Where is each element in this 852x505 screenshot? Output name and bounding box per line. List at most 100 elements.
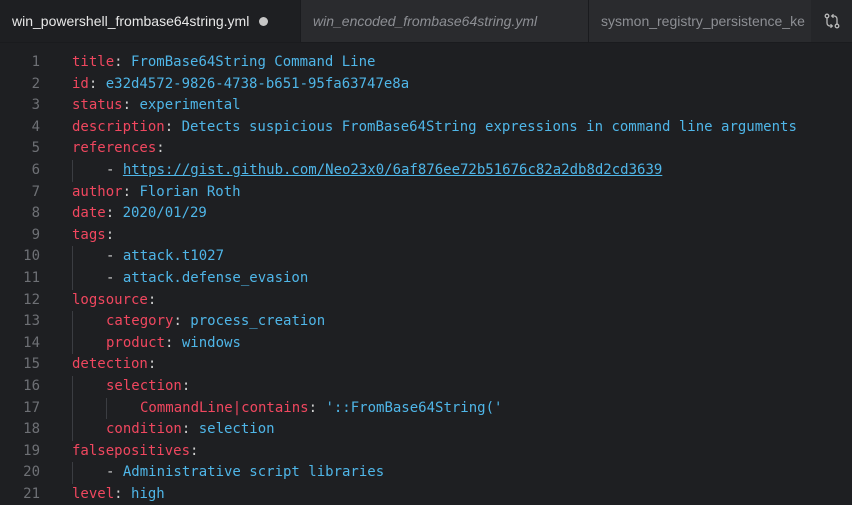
- line-number: 10: [23, 248, 40, 265]
- yaml-colon: :: [173, 313, 191, 330]
- line-number: 16: [23, 377, 40, 394]
- yaml-value: 2020/01/29: [122, 205, 207, 222]
- indent-guide: [72, 159, 73, 182]
- indent-guide: [72, 246, 73, 268]
- code-line: 21 level: high: [0, 484, 852, 505]
- line-number: 17: [23, 399, 40, 416]
- line-number: 13: [23, 313, 40, 330]
- yaml-key: tags: [72, 226, 106, 243]
- unsaved-dot-icon[interactable]: [259, 16, 269, 26]
- yaml-value: FromBase64String Command Line: [131, 54, 376, 70]
- indent-guide: [72, 375, 73, 398]
- yaml-key: date: [72, 205, 106, 222]
- line-number: 2: [31, 75, 40, 92]
- code-line: 19 falsepositives:: [0, 441, 852, 463]
- code-line: 13 category: process_creation: [0, 311, 852, 333]
- yaml-value: attack.defense_evasion: [122, 269, 309, 286]
- code-line: 16 selection:: [0, 375, 852, 398]
- yaml-colon: :: [88, 75, 106, 92]
- line-number: 5: [31, 140, 40, 157]
- tab-label: win_encoded_frombase64string.yml: [313, 13, 538, 29]
- line-number: 8: [31, 205, 40, 222]
- yaml-colon: :: [105, 226, 115, 243]
- indent-guide: [72, 311, 73, 333]
- reference-link[interactable]: https://gist.github.com/Neo23x0/6af876ee…: [123, 162, 662, 178]
- line-number: 14: [23, 334, 40, 351]
- yaml-value: Detects suspicious FromBase64String expr…: [181, 118, 797, 135]
- yaml-key: status: [72, 97, 123, 114]
- yaml-value: e32d4572-9826-4738-b651-95fa63747e8a: [105, 75, 410, 92]
- code-line: 17 CommandLine|contains: '::FromBase64St…: [0, 397, 852, 420]
- code-line: 18 condition: selection: [0, 419, 852, 441]
- yaml-key: id: [72, 75, 89, 92]
- indent-guide: [72, 462, 73, 484]
- code-line: 6 - https://gist.github.com/Neo23x0/6af8…: [0, 159, 852, 182]
- yaml-key: selection: [106, 377, 182, 394]
- tab-sysmon-registry-persistence[interactable]: sysmon_registry_persistence_ke: [589, 0, 811, 42]
- code-line: 7 author: Florian Roth: [0, 182, 852, 204]
- yaml-value: process_creation: [190, 313, 326, 330]
- yaml-key: condition: [106, 421, 182, 438]
- yaml-colon: :: [181, 421, 199, 438]
- yaml-value: '::FromBase64String(': [325, 399, 503, 416]
- yaml-colon: :: [165, 334, 182, 351]
- yaml-value: Administrative script libraries: [122, 464, 385, 481]
- yaml-value: experimental: [139, 97, 241, 114]
- indent-guide: [72, 332, 73, 355]
- yaml-dash: -: [106, 464, 123, 481]
- indent-guide: [106, 397, 107, 420]
- compare-changes-button[interactable]: [812, 0, 852, 42]
- tab-win-powershell-frombase64string[interactable]: win_powershell_frombase64string.yml: [0, 0, 301, 42]
- yaml-value: Florian Roth: [139, 183, 241, 200]
- code-line: 11 - attack.defense_evasion: [0, 267, 852, 290]
- code-line: 14 product: windows: [0, 332, 852, 355]
- code-line: 4 description: Detects suspicious FromBa…: [0, 117, 852, 139]
- source-control-compare-icon: [824, 13, 840, 29]
- yaml-key: title: [72, 54, 115, 70]
- code-line: 20 - Administrative script libraries: [0, 462, 852, 484]
- yaml-colon: :: [147, 291, 157, 308]
- tab-label: sysmon_registry_persistence_ke: [601, 13, 805, 29]
- code-line: 10 - attack.t1027: [0, 246, 852, 268]
- indent-guide: [72, 267, 73, 290]
- yaml-colon: :: [122, 97, 140, 114]
- yaml-value: attack.t1027: [122, 248, 225, 265]
- yaml-colon: :: [114, 485, 132, 502]
- yaml-value: windows: [181, 334, 241, 351]
- line-number: 15: [23, 356, 40, 373]
- code-line: 5 references:: [0, 138, 852, 160]
- yaml-key: product: [106, 334, 166, 351]
- code-line: 8 date: 2020/01/29: [0, 203, 852, 225]
- tab-win-encoded-frombase64string[interactable]: win_encoded_frombase64string.yml: [301, 0, 589, 42]
- code-line: 15 detection:: [0, 354, 852, 376]
- code-editor[interactable]: 1 title: FromBase64String Command Line 2…: [0, 43, 852, 505]
- yaml-value: selection: [198, 421, 275, 438]
- yaml-colon: :: [164, 118, 182, 135]
- yaml-key: references: [72, 140, 157, 157]
- yaml-dash: -: [106, 269, 123, 286]
- yaml-value: high: [131, 485, 165, 502]
- line-number: 19: [23, 442, 40, 459]
- yaml-colon: :: [156, 140, 165, 157]
- code-line: 1 title: FromBase64String Command Line: [0, 52, 852, 74]
- yaml-key: logsource: [72, 291, 148, 308]
- yaml-colon: :: [105, 205, 123, 222]
- indent-guide: [72, 419, 73, 441]
- yaml-key: description: [72, 118, 165, 135]
- tab-bar: win_powershell_frombase64string.yml win_…: [0, 0, 852, 43]
- line-number: 11: [23, 269, 40, 286]
- line-number: 1: [31, 54, 40, 70]
- yaml-key: falsepositives: [72, 442, 191, 459]
- line-number: 9: [31, 226, 40, 243]
- yaml-colon: :: [181, 377, 191, 394]
- line-number: 20: [23, 464, 40, 481]
- code-line: 3 status: experimental: [0, 95, 852, 117]
- line-number: 18: [23, 421, 40, 438]
- yaml-dash: -: [106, 248, 123, 265]
- line-number: 6: [31, 161, 40, 178]
- line-number: 4: [31, 118, 40, 135]
- code-line: 12 logsource:: [0, 290, 852, 312]
- yaml-colon: :: [122, 183, 140, 200]
- code-line: 2 id: e32d4572-9826-4738-b651-95fa63747e…: [0, 74, 852, 96]
- yaml-colon: :: [114, 54, 132, 70]
